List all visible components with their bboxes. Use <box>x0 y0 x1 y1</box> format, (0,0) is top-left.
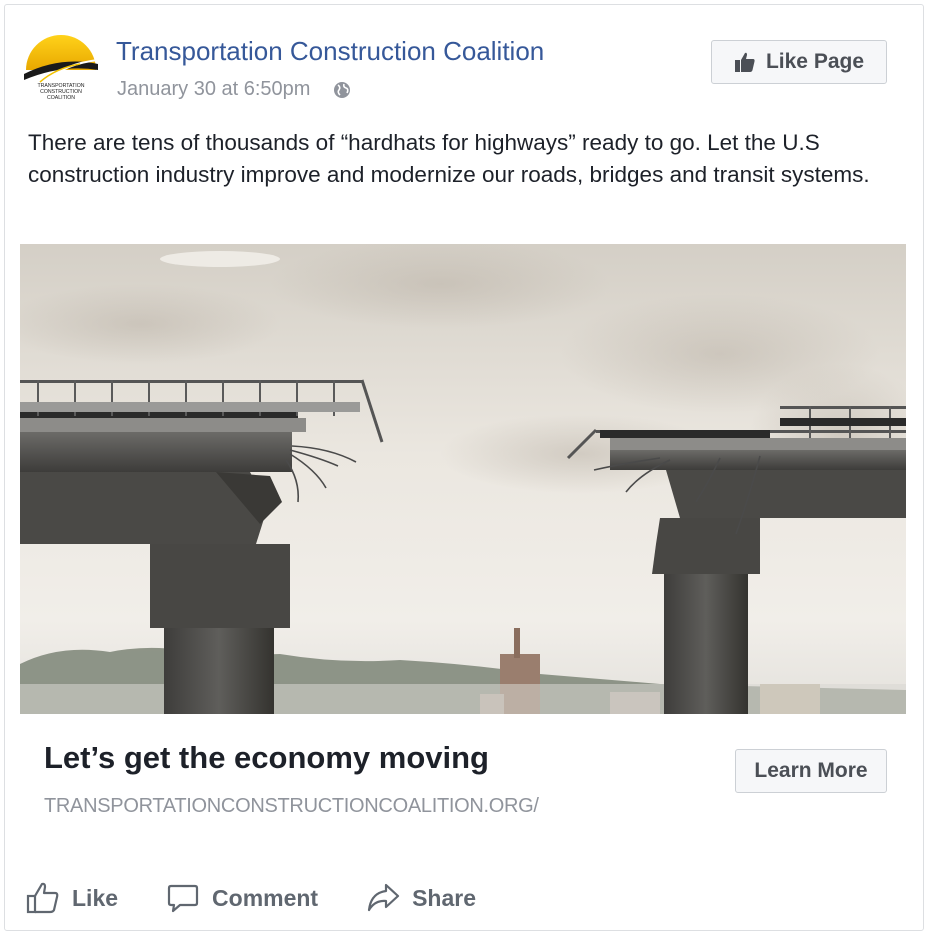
like-page-label: Like Page <box>765 50 865 73</box>
page-name-link[interactable]: Transportation Construction Coalition <box>116 36 544 67</box>
logo-text-3: COALITION <box>47 95 75 101</box>
post-timestamp[interactable]: January 30 at 6:50pm <box>117 78 310 101</box>
comment-icon <box>167 884 199 913</box>
thumbs-up-icon <box>26 882 59 914</box>
comment-action-label: Comment <box>212 884 319 911</box>
thumbs-up-icon <box>734 52 755 72</box>
share-action-label: Share <box>412 884 477 911</box>
link-title[interactable]: Let’s get the economy moving <box>44 740 489 776</box>
broken-bridge-image[interactable] <box>20 244 906 714</box>
like-action-button[interactable]: Like <box>26 881 118 915</box>
globe-icon <box>334 81 351 98</box>
page-logo[interactable]: TRANSPORTATION CONSTRUCTION COALITION <box>20 24 102 106</box>
learn-more-button[interactable]: Learn More <box>735 749 887 793</box>
like-page-button[interactable]: Like Page <box>711 40 887 84</box>
share-icon <box>367 883 400 912</box>
post-body-text: There are tens of thousands of “hardhats… <box>28 130 870 187</box>
link-domain: TRANSPORTATIONCONSTRUCTIONCOALITION.ORG/ <box>44 795 539 817</box>
like-action-label: Like <box>72 884 119 911</box>
share-action-button[interactable]: Share <box>366 881 476 915</box>
post-meta: January 30 at 6:50pm <box>117 78 352 101</box>
comment-action-button[interactable]: Comment <box>166 881 318 915</box>
post-actions-bar: Like Comment Share <box>26 876 524 920</box>
